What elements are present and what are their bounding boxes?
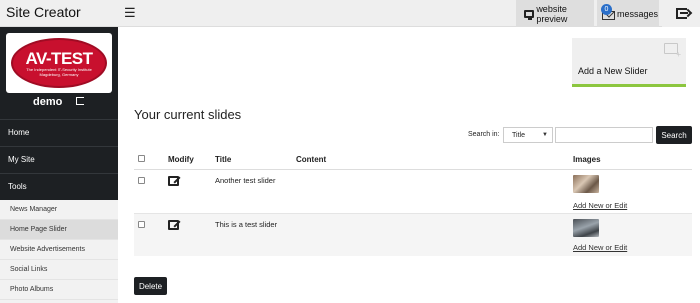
monitor-icon (524, 9, 535, 20)
av-test-logo: AV-TEST The Independent IT-Security Inst… (11, 38, 107, 88)
slide-image-thumbnail (573, 175, 599, 193)
search-input[interactable] (555, 127, 653, 143)
hamburger-icon[interactable]: ☰ (124, 5, 136, 21)
sidebar-item-label: Home (8, 128, 30, 137)
column-header-images: Images (573, 155, 601, 164)
messages-label: messages (617, 8, 659, 19)
submenu-item-social-links[interactable]: Social Links (0, 260, 118, 280)
sidebar-item-tools[interactable]: Tools (0, 173, 118, 199)
user-sign-out-icon[interactable] (76, 97, 84, 105)
search-in-label: Search in: (468, 131, 500, 138)
tools-submenu: News Manager Home Page Slider Website Ad… (0, 200, 118, 303)
column-header-title: Title (215, 155, 232, 164)
user-name: demo (33, 96, 63, 108)
submenu-item-photo-albums[interactable]: Photo Albums (0, 280, 118, 300)
sidebar-item-label: My Site (8, 155, 35, 164)
search-button[interactable]: Search (656, 126, 692, 144)
sidebar: AV-TEST The Independent IT-Security Inst… (0, 27, 118, 303)
sign-out-icon (675, 8, 688, 19)
add-new-slider-button[interactable]: Add a New Slider (572, 38, 686, 87)
submenu-item-home-page-slider[interactable]: Home Page Slider (0, 220, 118, 240)
search-field-select[interactable]: Title ▼ (503, 127, 553, 143)
add-new-or-edit-link[interactable]: Add New or Edit (573, 201, 627, 210)
slide-image-thumbnail (573, 219, 599, 237)
caret-down-icon: ▼ (542, 132, 548, 138)
app-title: Site Creator (6, 4, 81, 20)
search-field-selected-value: Title (512, 131, 525, 139)
messages-count-badge: 0 (601, 4, 612, 15)
delete-button[interactable]: Delete (134, 277, 167, 295)
add-folder-icon (664, 43, 681, 59)
table-row: Another test slider Add New or Edit (134, 170, 692, 214)
logo-text: AV-TEST (25, 48, 93, 68)
sidebar-item-my-site[interactable]: My Site (0, 146, 118, 172)
column-header-content: Content (296, 155, 327, 164)
add-slider-label: Add a New Slider (578, 66, 648, 76)
add-new-or-edit-link[interactable]: Add New or Edit (573, 243, 627, 252)
logo: AV-TEST The Independent IT-Security Inst… (6, 33, 112, 93)
website-preview-button[interactable]: website preview (516, 0, 594, 27)
logo-subtext-2: Magdeburg, Germany (39, 71, 79, 77)
slides-table-header: Modify Title Content Images (134, 150, 692, 170)
edit-icon[interactable] (168, 176, 179, 186)
column-header-modify: Modify (168, 155, 194, 164)
table-row: This is a test slider Add New or Edit (134, 214, 692, 256)
row-checkbox[interactable] (138, 221, 145, 228)
logout-button[interactable] (662, 0, 700, 27)
slide-title: This is a test slider (215, 220, 278, 229)
sidebar-item-label: Tools (8, 182, 27, 191)
select-all-checkbox[interactable] (138, 155, 145, 162)
website-preview-label: website preview (536, 3, 568, 24)
edit-icon[interactable] (168, 220, 179, 230)
sidebar-item-home[interactable]: Home (0, 119, 118, 145)
submenu-item-news-manager[interactable]: News Manager (0, 200, 118, 220)
slide-title: Another test slider (215, 176, 276, 185)
page-title: Your current slides (134, 107, 242, 122)
row-checkbox[interactable] (138, 177, 145, 184)
submenu-item-website-advertisements[interactable]: Website Advertisements (0, 240, 118, 260)
top-bar: Site Creator ☰ website preview messages … (0, 0, 700, 27)
